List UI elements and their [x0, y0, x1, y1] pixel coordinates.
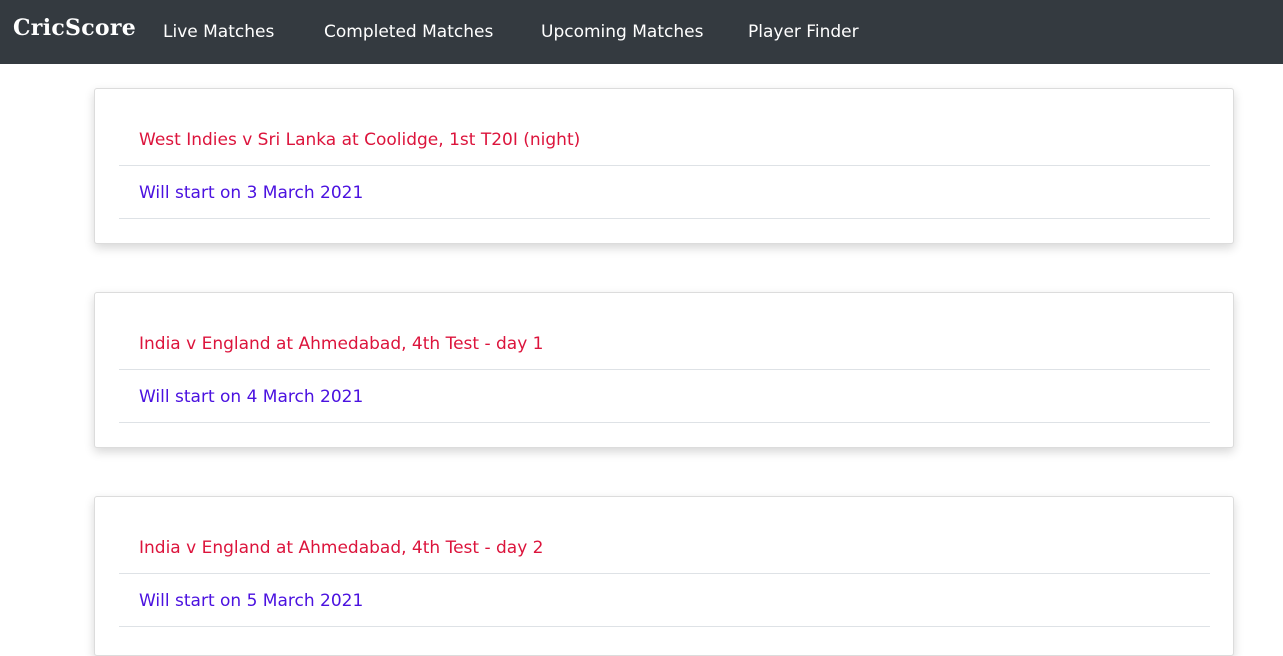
match-title[interactable]: India v England at Ahmedabad, 4th Test -…	[139, 535, 544, 561]
match-card: India v England at Ahmedabad, 4th Test -…	[94, 496, 1234, 656]
match-card: West Indies v Sri Lanka at Coolidge, 1st…	[94, 88, 1234, 244]
nav-link-completed-matches[interactable]: Completed Matches	[324, 20, 493, 44]
match-status-row: Will start on 3 March 2021	[119, 166, 1210, 219]
nav-link-live-matches[interactable]: Live Matches	[163, 20, 274, 44]
match-status: Will start on 5 March 2021	[139, 591, 364, 611]
match-title[interactable]: West Indies v Sri Lanka at Coolidge, 1st…	[139, 127, 580, 153]
match-title-row: India v England at Ahmedabad, 4th Test -…	[119, 317, 1210, 370]
match-status-row: Will start on 4 March 2021	[119, 370, 1210, 423]
nav-link-upcoming-matches[interactable]: Upcoming Matches	[541, 20, 703, 44]
match-status: Will start on 4 March 2021	[139, 387, 364, 407]
match-status: Will start on 3 March 2021	[139, 183, 364, 203]
match-status-row: Will start on 5 March 2021	[119, 574, 1210, 627]
nav-link-player-finder[interactable]: Player Finder	[748, 20, 859, 44]
match-card: India v England at Ahmedabad, 4th Test -…	[94, 292, 1234, 448]
top-navbar: CricScore Live Matches Completed Matches…	[0, 0, 1283, 64]
match-title-row: India v England at Ahmedabad, 4th Test -…	[119, 521, 1210, 574]
match-title-row: West Indies v Sri Lanka at Coolidge, 1st…	[119, 113, 1210, 166]
match-title[interactable]: India v England at Ahmedabad, 4th Test -…	[139, 331, 544, 357]
brand-logo[interactable]: CricScore	[13, 14, 136, 42]
